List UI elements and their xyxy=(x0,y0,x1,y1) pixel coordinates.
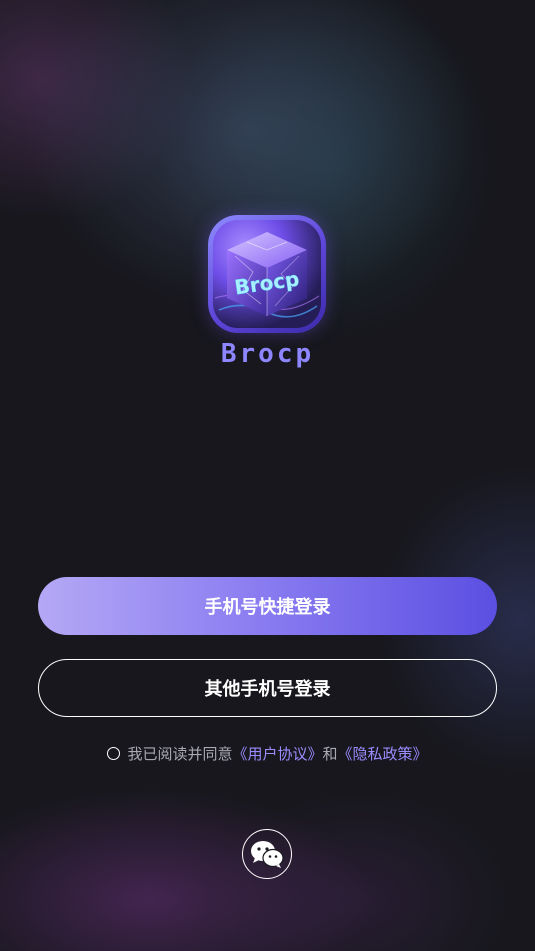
user-agreement-link[interactable]: 《用户协议》 xyxy=(232,743,322,764)
wechat-icon xyxy=(251,841,284,868)
agreement-checkbox[interactable] xyxy=(107,746,121,760)
app-logo: Brocp xyxy=(208,215,326,333)
agreement-prefix: 我已阅读并同意 xyxy=(127,744,233,763)
cube-icon: Brocp xyxy=(214,232,320,318)
agreement-row: 我已阅读并同意 《用户协议》 和 《隐私政策》 xyxy=(0,742,535,764)
agreement-conjunction: 和 xyxy=(322,744,338,763)
privacy-policy-link[interactable]: 《隐私政策》 xyxy=(338,743,428,764)
other-phone-login-button[interactable]: 其他手机号登录 xyxy=(38,659,497,717)
background xyxy=(0,0,535,951)
quick-login-button[interactable]: 手机号快捷登录 xyxy=(38,577,497,635)
brand-name: Brocp xyxy=(220,339,315,369)
wechat-login-button[interactable] xyxy=(242,829,292,879)
logo-cube-image: Brocp xyxy=(213,220,321,328)
